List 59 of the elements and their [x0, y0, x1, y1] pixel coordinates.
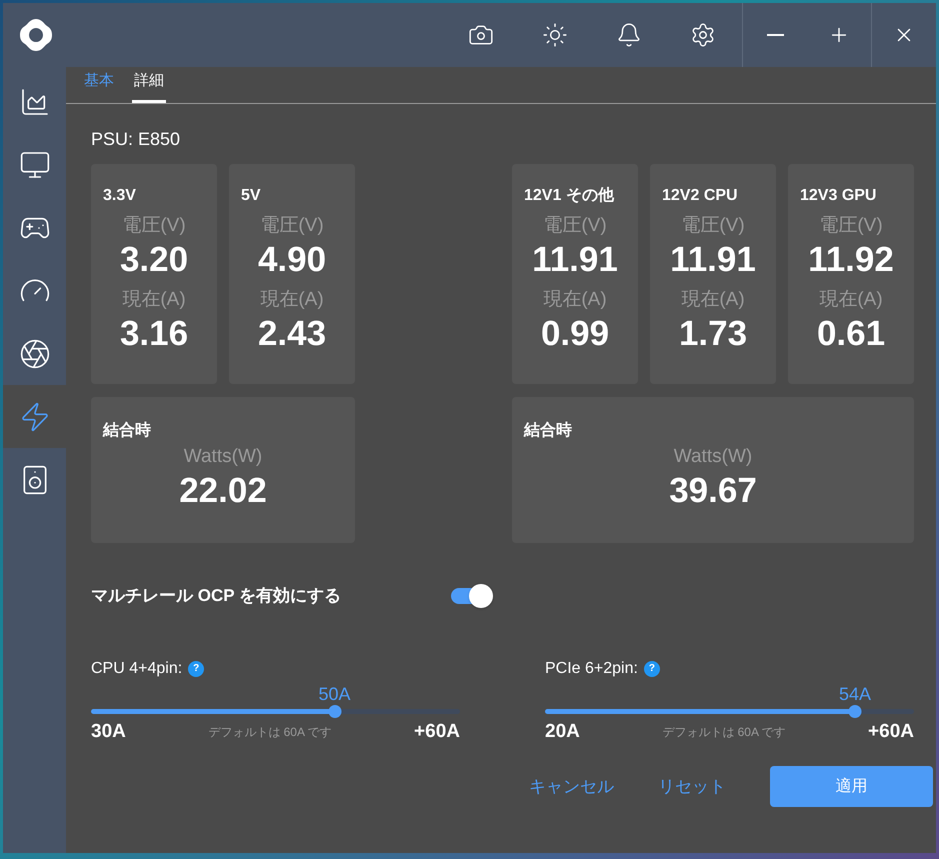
- aperture-icon: [18, 338, 50, 370]
- slider-thumb[interactable]: [328, 704, 342, 718]
- voltage-value: 11.92: [808, 240, 894, 280]
- slider-note: デフォルトは 60A です: [208, 724, 332, 741]
- sidebar-item[interactable]: [3, 385, 66, 448]
- watts-value: 22.02: [179, 471, 267, 511]
- help-icon[interactable]: ?: [188, 660, 204, 676]
- bell-icon: [616, 22, 642, 48]
- rail-name: 12V1 その他: [524, 186, 616, 206]
- slider-min: 20A: [545, 720, 580, 744]
- link-button[interactable]: リセット: [658, 774, 726, 800]
- voltage-label: 電圧(V): [260, 214, 324, 238]
- voltage-value: 11.91: [532, 240, 618, 280]
- rail-name: 5V: [241, 186, 262, 206]
- current-label: 現在(A): [543, 288, 607, 312]
- current-label: 現在(A): [819, 288, 883, 312]
- voltage-value: 4.90: [258, 240, 326, 280]
- slider-label: PCIe 6+2pin:: [545, 658, 638, 678]
- watts-label: Watts(W): [184, 445, 262, 469]
- current-label: 現在(A): [681, 288, 745, 312]
- slider-min: 30A: [91, 720, 126, 744]
- slider-note: デフォルトは 60A です: [662, 724, 786, 741]
- logo-icon: [18, 17, 54, 53]
- current-value: 0.61: [816, 314, 886, 354]
- rail-name: 3.3V: [103, 186, 137, 206]
- watts-label: Watts(W): [674, 445, 752, 469]
- current-label: 現在(A): [260, 288, 324, 312]
- rail-name: 12V2 CPU: [662, 186, 739, 206]
- psu-label: PSU: E850: [91, 128, 182, 150]
- current-label: 現在(A): [122, 288, 186, 312]
- tab[interactable]: 基本: [82, 70, 116, 103]
- voltage-label: 電圧(V): [681, 214, 745, 238]
- current-value: 2.43: [258, 314, 326, 354]
- current-value: 0.99: [540, 314, 610, 354]
- slider-max: +60A: [414, 720, 460, 744]
- voltage-label: 電圧(V): [819, 214, 883, 238]
- minimize-icon: [766, 34, 784, 36]
- slider-thumb[interactable]: [848, 704, 862, 718]
- combined-title: 結合時: [524, 420, 573, 441]
- voltage-value: 11.91: [670, 240, 756, 280]
- settings-icon: [690, 22, 716, 48]
- toggle-label: マルチレール OCP を有効にする: [91, 585, 341, 607]
- apply-button[interactable]: 適用: [770, 766, 933, 807]
- current-value: 1.73: [678, 314, 748, 354]
- brightness-icon: [542, 22, 568, 48]
- combined-title: 結合時: [103, 420, 152, 441]
- voltage-value: 3.20: [120, 240, 188, 280]
- voltage-label: 電圧(V): [543, 214, 607, 238]
- voltage-label: 電圧(V): [122, 214, 186, 238]
- slider-max: +60A: [868, 720, 914, 744]
- current-value: 3.16: [120, 314, 188, 354]
- help-icon[interactable]: ?: [644, 660, 660, 676]
- link-button[interactable]: キャンセル: [529, 774, 614, 800]
- tab[interactable]: 詳細: [132, 70, 166, 103]
- watts-value: 39.67: [669, 471, 757, 511]
- rail-name: 12V3 GPU: [800, 186, 878, 206]
- slider-value: 50A: [318, 682, 351, 704]
- slider-label: CPU 4+4pin:: [91, 658, 182, 678]
- slider-value: 54A: [838, 682, 871, 704]
